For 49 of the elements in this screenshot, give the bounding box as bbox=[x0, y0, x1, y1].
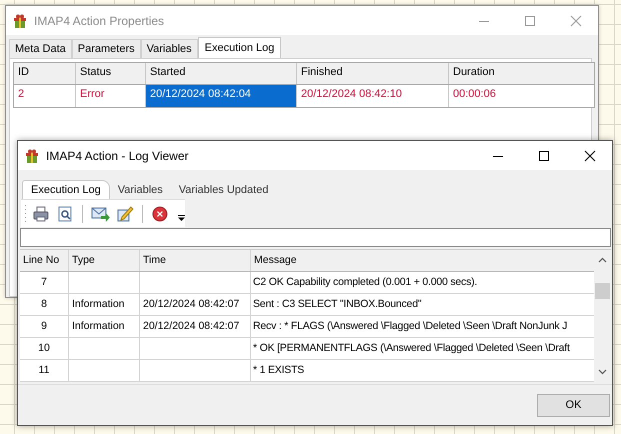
stop-icon[interactable] bbox=[151, 204, 170, 222]
window-title: IMAP4 Action - Log Viewer bbox=[46, 148, 190, 162]
envelope-arrow-icon[interactable] bbox=[90, 204, 110, 222]
app-icon bbox=[12, 12, 28, 28]
maximize-icon[interactable] bbox=[538, 150, 550, 162]
table-cell: 20/12/2024 08:42:07 bbox=[140, 316, 251, 337]
table-cell[interactable]: 2 bbox=[14, 85, 76, 107]
table-cell: 20/12/2024 08:42:07 bbox=[140, 294, 251, 315]
dropdown-icon[interactable] bbox=[178, 215, 185, 221]
table-cell-text: Sent : C3 SELECT "INBOX.Bounced" bbox=[252, 297, 422, 312]
table-cell[interactable]: 00:00:06 bbox=[449, 85, 592, 107]
column-header[interactable]: ID bbox=[14, 63, 76, 84]
pencil-page-icon[interactable] bbox=[116, 204, 134, 222]
close-icon[interactable] bbox=[584, 150, 596, 162]
table-cell-text: C2 OK Capability completed (0.001 + 0.000 secs). bbox=[252, 275, 478, 290]
table-cell: 9 bbox=[20, 316, 69, 337]
table-cell: Information bbox=[69, 316, 140, 337]
table-cell: 11 bbox=[20, 360, 69, 381]
column-header[interactable]: Type bbox=[69, 250, 140, 271]
column-header[interactable]: Time bbox=[140, 250, 251, 271]
window-title: IMAP4 Action Properties bbox=[34, 14, 166, 28]
column-header[interactable]: Finished bbox=[297, 63, 449, 84]
table-cell: Information bbox=[69, 294, 140, 315]
column-header[interactable]: Message bbox=[251, 250, 594, 271]
tab[interactable]: Variables Updated bbox=[170, 181, 276, 199]
table-cell-text: * OK [PERMANENTFLAGS (\Answered \Flagged \Deleted \Seen \Draft bbox=[252, 341, 571, 356]
input-field[interactable] bbox=[20, 228, 611, 247]
tab[interactable]: Parameters bbox=[72, 39, 141, 58]
tab[interactable]: Execution Log bbox=[198, 37, 282, 59]
table-cell: 8 bbox=[20, 294, 69, 315]
tab[interactable]: Meta Data bbox=[9, 39, 72, 58]
tab[interactable]: Execution Log bbox=[22, 180, 110, 199]
column-header[interactable]: Status bbox=[76, 63, 146, 84]
table-cell-text: Recv : * FLAGS (\Answered \Flagged \Deleted \Seen \Draft NonJunk J bbox=[252, 319, 568, 334]
column-header[interactable]: Started bbox=[146, 63, 297, 84]
scrollbar[interactable] bbox=[594, 250, 611, 382]
table-cell-text: * 1 EXISTS bbox=[252, 363, 306, 378]
tab[interactable]: Variables bbox=[140, 39, 198, 58]
table-cell[interactable]: 20/12/2024 08:42:04 bbox=[146, 85, 297, 107]
print-preview-icon[interactable] bbox=[56, 204, 74, 222]
table-cell: 10 bbox=[20, 338, 69, 359]
tab[interactable]: Variables bbox=[110, 181, 171, 199]
table-cell: 7 bbox=[20, 272, 69, 293]
column-header[interactable]: Duration bbox=[449, 63, 592, 84]
printer-icon[interactable] bbox=[32, 204, 50, 222]
app-icon bbox=[24, 148, 40, 164]
column-header[interactable]: Line No bbox=[20, 250, 69, 271]
table-cell[interactable]: 20/12/2024 08:42:10 bbox=[297, 85, 449, 107]
ok-button[interactable]: OK bbox=[537, 394, 610, 416]
